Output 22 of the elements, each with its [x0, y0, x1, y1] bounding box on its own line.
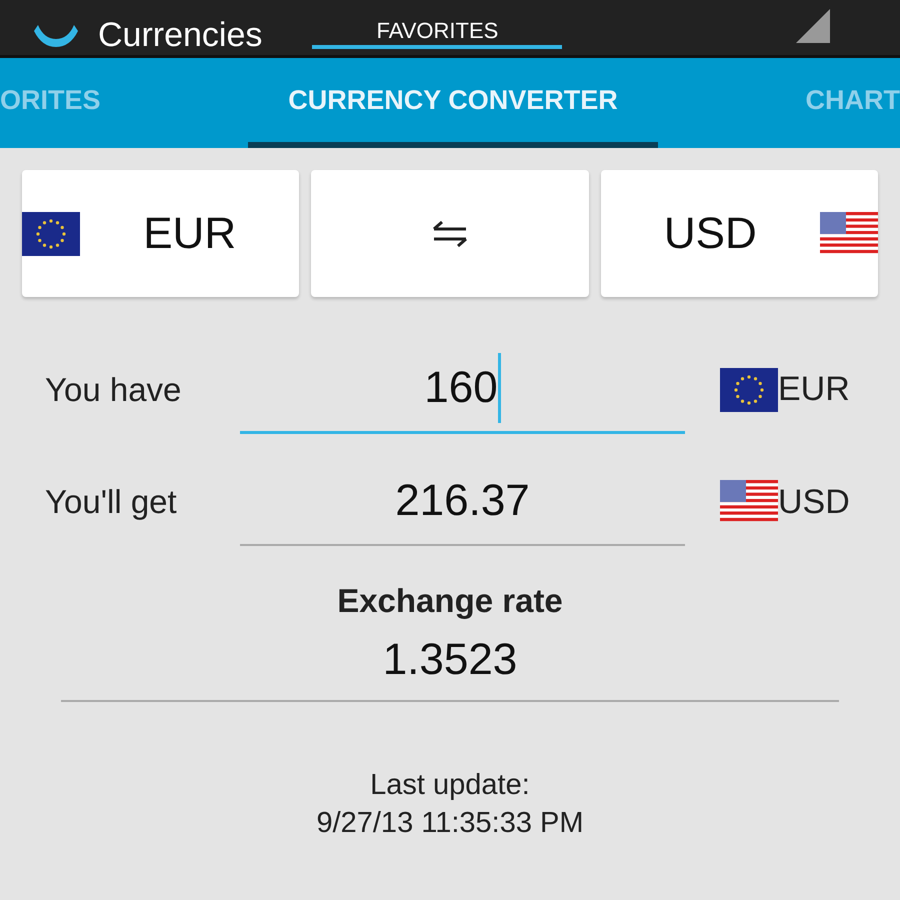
app-logo-icon [34, 23, 78, 47]
to-currency-button[interactable]: USD [600, 170, 878, 297]
spinner-corner-icon [796, 9, 830, 43]
last-update-label: Last update: [370, 768, 530, 803]
amount-field[interactable]: 216.37 [240, 458, 685, 546]
amount-field[interactable]: 160 [240, 345, 685, 434]
swap-button[interactable] [311, 170, 589, 297]
currency-code: USD [778, 482, 850, 522]
swap-icon [432, 218, 468, 248]
amount-label: You'll get [45, 483, 178, 521]
amount-label: You have [45, 370, 182, 408]
from-currency-button[interactable]: EUR [22, 170, 300, 297]
exchange-rate-title: Exchange rate [337, 582, 563, 620]
eu-flag-icon [720, 368, 778, 412]
app-title: Currencies [98, 15, 262, 55]
eu-flag-icon [22, 212, 80, 256]
exchange-rate-field[interactable]: 1.3523 [61, 620, 839, 702]
us-flag-icon [720, 480, 778, 524]
last-update-time: 9/27/13 11:35:33 PM [316, 806, 584, 841]
us-flag-icon [820, 212, 878, 256]
view-spinner[interactable]: FAVORITES [312, 0, 562, 49]
currency-code: EUR [778, 370, 850, 409]
